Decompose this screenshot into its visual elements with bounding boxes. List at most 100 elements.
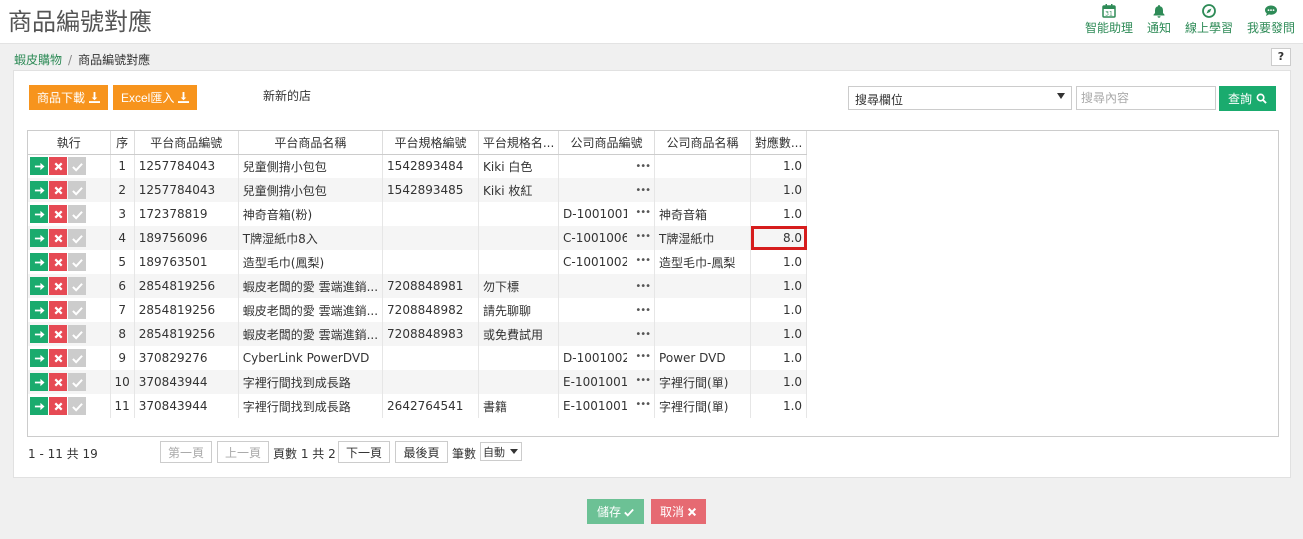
mapping-qty-cell[interactable]: 1.0	[750, 250, 808, 274]
company-product-code-cell[interactable]: •••	[558, 274, 656, 298]
table-row[interactable]: 6 2854819256 蝦皮老闆的愛 雲端進銷... 7208848981 勿下標 ••…	[28, 274, 808, 298]
mapping-qty-cell[interactable]: 1.0	[750, 298, 808, 322]
check-icon[interactable]	[68, 301, 86, 319]
col-header[interactable]: 對應數...	[750, 131, 808, 155]
table-row[interactable]: 11 370843944 字裡行間找到成長路 2642764541 書籍 E-100100…	[28, 394, 808, 418]
delete-icon[interactable]	[49, 373, 67, 391]
delete-icon[interactable]	[49, 325, 67, 343]
table-row[interactable]: 7 2854819256 蝦皮老闆的愛 雲端進銷... 7208848982 請先聊聊 •…	[28, 298, 808, 322]
prev-page-button[interactable]: 上一頁	[217, 441, 269, 463]
product-download-button[interactable]: 商品下載	[29, 85, 109, 110]
mapping-qty-cell[interactable]: 8.0	[750, 226, 808, 250]
company-product-code-cell[interactable]: C-1001002- •••	[558, 250, 656, 274]
check-icon[interactable]	[68, 253, 86, 271]
more-icon[interactable]: •••	[635, 305, 651, 316]
col-header[interactable]: 平台商品名稱	[238, 131, 384, 155]
company-product-code-cell[interactable]: •••	[558, 322, 656, 346]
mapping-qty-cell[interactable]: 1.0	[750, 394, 808, 418]
company-product-code-cell[interactable]: •••	[558, 154, 656, 178]
col-header[interactable]: 公司商品名稱	[654, 131, 752, 155]
page-size-select[interactable]: 自動	[480, 442, 522, 461]
more-icon[interactable]: •••	[635, 185, 651, 196]
more-icon[interactable]: •••	[635, 351, 651, 365]
arrow-right-icon[interactable]	[30, 301, 48, 319]
check-icon[interactable]	[68, 373, 86, 391]
mapping-qty-cell[interactable]: 1.0	[750, 202, 808, 226]
delete-icon[interactable]	[49, 181, 67, 199]
topnav-ask[interactable]: 我要發問	[1247, 2, 1295, 36]
check-icon[interactable]	[68, 397, 86, 415]
mapping-qty-cell[interactable]: 1.0	[750, 370, 808, 394]
more-icon[interactable]: •••	[635, 281, 651, 292]
check-icon[interactable]	[68, 229, 86, 247]
table-row[interactable]: 8 2854819256 蝦皮老闆的愛 雲端進銷... 7208848983 或免費試用…	[28, 322, 808, 346]
check-icon[interactable]	[68, 205, 86, 223]
check-icon[interactable]	[68, 325, 86, 343]
table-row[interactable]: 2 1257784043 兒童側揹小包包 1542893485 Kiki 枚紅 ••• 1.…	[28, 178, 808, 202]
arrow-right-icon[interactable]	[30, 397, 48, 415]
more-icon[interactable]: •••	[635, 207, 651, 221]
check-icon[interactable]	[68, 349, 86, 367]
company-product-code-cell[interactable]: •••	[558, 298, 656, 322]
search-input[interactable]	[1076, 86, 1216, 110]
arrow-right-icon[interactable]	[30, 277, 48, 295]
arrow-right-icon[interactable]	[30, 157, 48, 176]
check-icon[interactable]	[68, 181, 86, 199]
company-product-code-cell[interactable]: D-1001001- •••	[558, 202, 656, 226]
col-header[interactable]: 執行	[28, 131, 111, 155]
table-row[interactable]: 10 370843944 字裡行間找到成長路 E-1001001- ••• 字裡行間(單)…	[28, 370, 808, 394]
delete-icon[interactable]	[49, 205, 67, 223]
arrow-right-icon[interactable]	[30, 205, 48, 223]
arrow-right-icon[interactable]	[30, 181, 48, 199]
table-row[interactable]: 3172378819神奇音箱(粉) D-1001001- •••神奇音箱1.0	[28, 202, 808, 226]
more-icon[interactable]: •••	[635, 231, 651, 245]
search-field-select[interactable]: 搜尋欄位	[848, 86, 1072, 110]
arrow-right-icon[interactable]	[30, 253, 48, 271]
table-row[interactable]: 9 370829276 CyberLink PowerDVD D-1001002 •••…	[28, 346, 808, 370]
more-icon[interactable]: •••	[635, 255, 651, 269]
company-product-code-cell[interactable]: C-1001006- •••	[558, 226, 656, 250]
company-product-code-cell[interactable]: E-1001001- •••	[558, 394, 656, 418]
delete-icon[interactable]	[49, 277, 67, 295]
mapping-qty-cell[interactable]: 1.0	[750, 274, 808, 298]
arrow-right-icon[interactable]	[30, 373, 48, 391]
mapping-qty-cell[interactable]: 1.0	[750, 346, 808, 370]
table-row[interactable]: 1 1257784043 兒童側揹小包包 1542893484 Kiki 白色 ••• 1.…	[28, 154, 808, 178]
next-page-button[interactable]: 下一頁	[338, 441, 390, 463]
cancel-button[interactable]: 取消	[651, 499, 706, 524]
delete-icon[interactable]	[49, 253, 67, 271]
help-button[interactable]: ?	[1271, 48, 1291, 66]
save-button[interactable]: 儲存	[587, 499, 644, 524]
topnav-notify[interactable]: 通知	[1147, 2, 1171, 36]
company-product-code-cell[interactable]: •••	[558, 178, 656, 202]
company-product-code-cell[interactable]: D-1001002 •••	[558, 346, 656, 370]
breadcrumb-root[interactable]: 蝦皮購物	[14, 53, 62, 67]
more-icon[interactable]: •••	[635, 399, 651, 413]
delete-icon[interactable]	[49, 397, 67, 415]
arrow-right-icon[interactable]	[30, 325, 48, 343]
col-header[interactable]: 公司商品編號	[558, 131, 656, 155]
check-icon[interactable]	[68, 157, 86, 176]
excel-import-button[interactable]: Excel匯入	[113, 85, 198, 110]
arrow-right-icon[interactable]	[30, 349, 48, 367]
mapping-qty-cell[interactable]: 1.0	[750, 178, 808, 202]
mapping-qty-cell[interactable]: 1.0	[750, 322, 808, 346]
table-row[interactable]: 4 189756096 T牌湿紙巾8入 C-1001006- ••• T牌湿紙巾 8.0	[28, 226, 808, 250]
more-icon[interactable]: •••	[635, 161, 651, 172]
table-row[interactable]: 5 189763501 造型毛巾(鳳梨) C-1001002- ••• 造型毛巾-鳳梨 1.…	[28, 250, 808, 274]
col-header[interactable]: 平台商品編號	[134, 131, 239, 155]
first-page-button[interactable]: 第一頁	[160, 441, 212, 463]
topnav-learning[interactable]: 線上學習	[1185, 2, 1233, 36]
last-page-button[interactable]: 最後頁	[395, 441, 448, 463]
arrow-right-icon[interactable]	[30, 229, 48, 247]
col-header[interactable]: 序	[110, 131, 135, 155]
more-icon[interactable]: •••	[635, 329, 651, 340]
col-header[interactable]: 平台規格名...	[478, 131, 560, 155]
query-button[interactable]: 查詢	[1219, 86, 1276, 111]
mapping-qty-cell[interactable]: 1.0	[750, 154, 808, 178]
more-icon[interactable]: •••	[635, 375, 651, 389]
delete-icon[interactable]	[49, 157, 67, 176]
delete-icon[interactable]	[49, 229, 67, 247]
topnav-assistant[interactable]: 31 智能助理	[1085, 2, 1133, 36]
check-icon[interactable]	[68, 277, 86, 295]
